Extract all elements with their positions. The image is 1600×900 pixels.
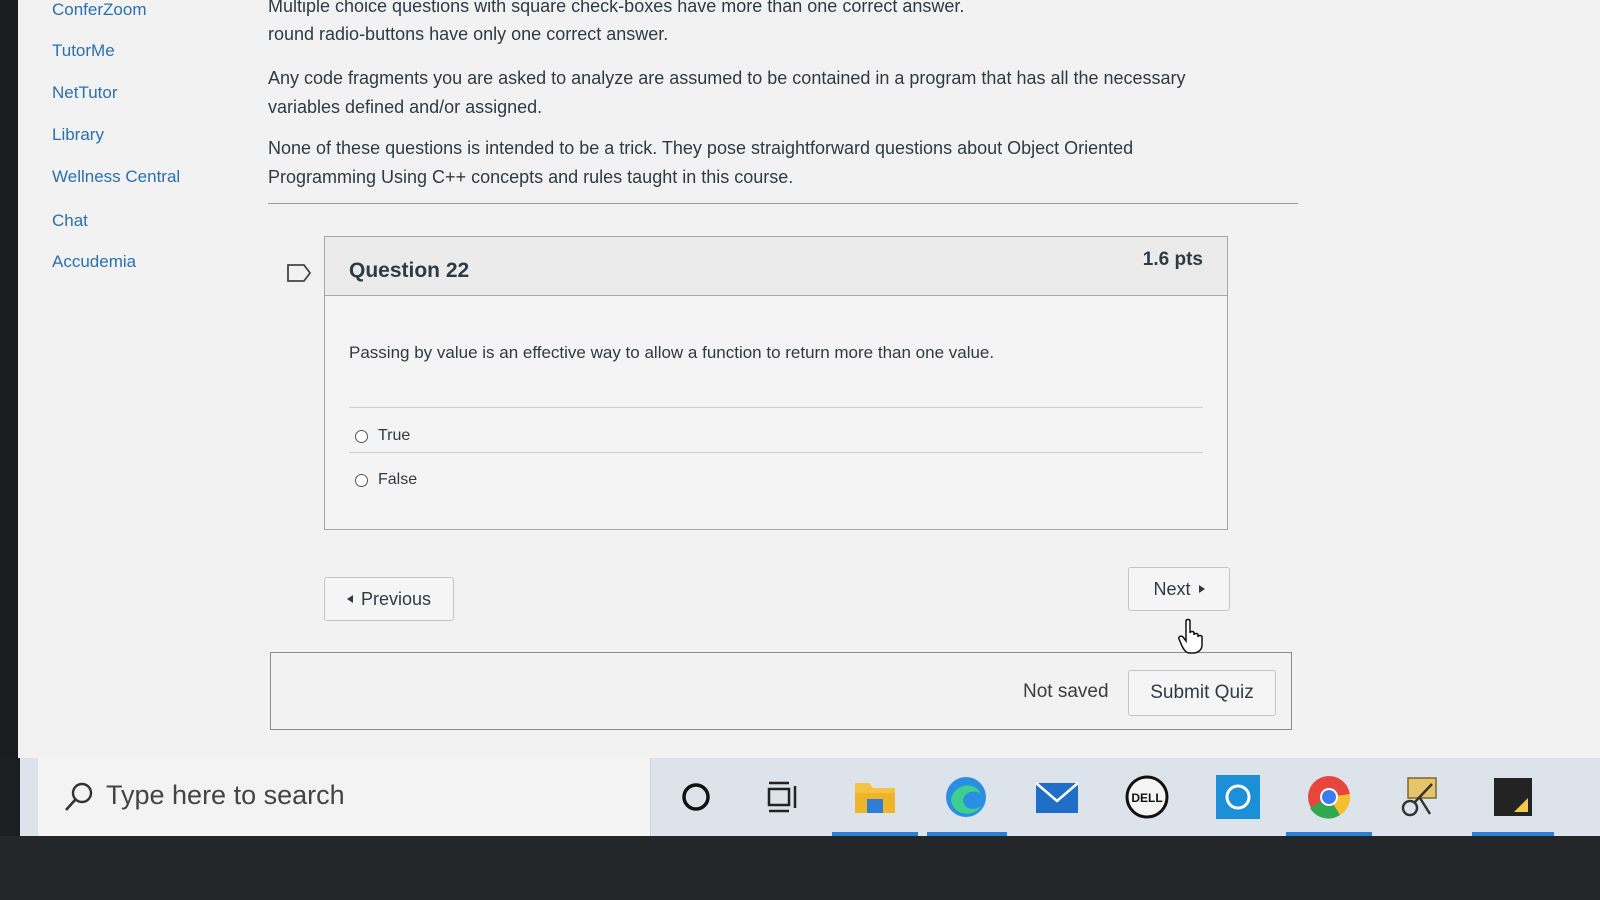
sidebar-item-library[interactable]: Library xyxy=(52,125,104,145)
snipping-tool-icon[interactable] xyxy=(1392,768,1450,826)
browser-content: ConferZoom TutorMe NetTutor Library Well… xyxy=(18,0,1600,765)
cortana-icon[interactable] xyxy=(667,768,725,826)
divider xyxy=(349,407,1203,408)
flag-question-icon[interactable] xyxy=(287,264,311,282)
edge-icon[interactable] xyxy=(927,768,1007,836)
windows-taskbar: Type here to search DELL xyxy=(0,758,1600,836)
dell-icon[interactable]: DELL xyxy=(1118,768,1176,826)
caret-right-icon xyxy=(1198,585,1205,593)
previous-label: Previous xyxy=(360,588,432,609)
divider xyxy=(349,452,1203,453)
search-placeholder: Type here to search xyxy=(106,780,345,810)
submit-label: Submit Quiz xyxy=(1150,682,1254,703)
instruction-line: variables defined and/or assigned. xyxy=(268,97,543,117)
answer-label: False xyxy=(378,471,418,488)
radio-button[interactable] xyxy=(355,473,368,487)
start-button[interactable] xyxy=(0,758,20,836)
answer-label: True xyxy=(378,427,411,444)
sticky-notes-icon[interactable] xyxy=(1472,768,1554,836)
sidebar-item-wellness-central[interactable]: Wellness Central xyxy=(52,167,180,187)
previous-button[interactable]: Previous xyxy=(324,577,454,621)
next-label: Next xyxy=(1153,578,1191,599)
sidebar-item-conferzoom[interactable]: ConferZoom xyxy=(52,0,146,20)
instruction-line: Any code fragments you are asked to anal… xyxy=(268,68,1186,88)
next-button[interactable]: Next xyxy=(1128,567,1230,611)
question-header: Question 22 1.6 pts xyxy=(325,237,1227,296)
file-explorer-icon[interactable] xyxy=(832,768,918,836)
answer-option-true[interactable]: True xyxy=(355,427,410,445)
answer-option-false[interactable]: False xyxy=(355,471,417,489)
question-title: Question 22 xyxy=(349,259,470,282)
taskbar-search-box[interactable]: Type here to search xyxy=(38,758,651,836)
instruction-line: None of these questions is intended to b… xyxy=(268,138,1134,158)
mail-icon[interactable] xyxy=(1028,768,1086,826)
submit-quiz-button[interactable]: Submit Quiz xyxy=(1128,670,1276,716)
question-card: Question 22 1.6 pts Passing by value is … xyxy=(324,236,1228,530)
question-text: Passing by value is an effective way to … xyxy=(349,343,995,362)
caret-left-icon xyxy=(346,595,353,603)
hand-cursor-icon xyxy=(1178,618,1203,654)
radio-button[interactable] xyxy=(355,429,368,443)
task-view-icon[interactable] xyxy=(754,768,812,826)
chrome-icon[interactable] xyxy=(1286,768,1372,836)
divider xyxy=(268,203,1298,204)
sidebar-item-chat[interactable]: Chat xyxy=(52,211,88,231)
monitor-bezel xyxy=(0,836,1600,900)
search-icon xyxy=(65,782,93,811)
sidebar-item-nettutor[interactable]: NetTutor xyxy=(52,83,118,103)
instruction-line: Programming Using C++ concepts and rules… xyxy=(268,167,794,187)
sidebar-item-tutorme[interactable]: TutorMe xyxy=(52,41,115,61)
svg-text:DELL: DELL xyxy=(1131,791,1162,805)
app-icon[interactable] xyxy=(1209,768,1267,826)
save-status: Not saved xyxy=(1023,681,1109,702)
instruction-line: Multiple choice questions with square ch… xyxy=(268,0,965,16)
sidebar-item-accudemia[interactable]: Accudemia xyxy=(52,252,136,272)
question-points: 1.6 pts xyxy=(1142,249,1203,270)
instruction-line: round radio-buttons have only one correc… xyxy=(268,24,669,44)
